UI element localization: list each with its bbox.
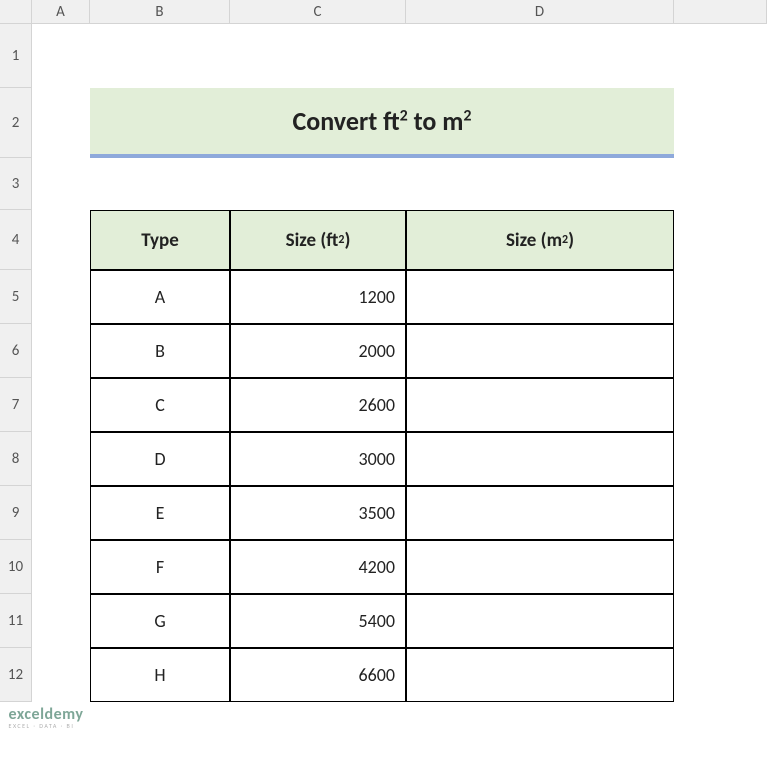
row-header-8[interactable]: 8	[0, 432, 32, 486]
column-header-D[interactable]: D	[406, 0, 674, 24]
watermark-text: exceldemy EXCEL · DATA · BI	[9, 707, 84, 729]
title-text: Convert ft2 to m2	[292, 105, 471, 137]
column-header-filler[interactable]	[674, 0, 767, 24]
row-header-3[interactable]: 3	[0, 158, 32, 210]
row-header-11[interactable]: 11	[0, 594, 32, 648]
cell-m2[interactable]	[406, 324, 674, 378]
spreadsheet-grid: ABCD 123456789101112 Convert ft2 to m2 T…	[0, 0, 767, 757]
watermark-main: exceldemy	[9, 707, 84, 723]
cell-type[interactable]: D	[90, 432, 230, 486]
row-header-6[interactable]: 6	[0, 324, 32, 378]
row-header-4[interactable]: 4	[0, 210, 32, 270]
cell-type[interactable]: E	[90, 486, 230, 540]
cell-ft2[interactable]: 4200	[230, 540, 406, 594]
cell-ft2[interactable]: 2000	[230, 324, 406, 378]
cell-m2[interactable]	[406, 486, 674, 540]
column-header-C[interactable]: C	[230, 0, 406, 24]
select-all-corner[interactable]	[0, 0, 32, 24]
cell-ft2[interactable]: 1200	[230, 270, 406, 324]
cell-m2[interactable]	[406, 594, 674, 648]
header-size-ft2[interactable]: Size (ft2)	[230, 210, 406, 270]
cell-ft2[interactable]: 6600	[230, 648, 406, 702]
watermark-sub: EXCEL · DATA · BI	[9, 723, 84, 729]
column-headers-row: ABCD	[32, 0, 767, 24]
column-header-B[interactable]: B	[90, 0, 230, 24]
cell-type[interactable]: C	[90, 378, 230, 432]
cell-m2[interactable]	[406, 378, 674, 432]
row-header-7[interactable]: 7	[0, 378, 32, 432]
cell-ft2[interactable]: 5400	[230, 594, 406, 648]
header-type[interactable]: Type	[90, 210, 230, 270]
row-header-1[interactable]: 1	[0, 24, 32, 88]
header-size-m2[interactable]: Size (m2)	[406, 210, 674, 270]
cell-type[interactable]: F	[90, 540, 230, 594]
title-merged-cell[interactable]: Convert ft2 to m2	[90, 88, 674, 158]
cell-m2[interactable]	[406, 432, 674, 486]
cell-ft2[interactable]: 3500	[230, 486, 406, 540]
cell-ft2[interactable]: 3000	[230, 432, 406, 486]
row-header-12[interactable]: 12	[0, 648, 32, 702]
cell-type[interactable]: A	[90, 270, 230, 324]
watermark: exceldemy EXCEL · DATA · BI	[0, 707, 83, 729]
cell-m2[interactable]	[406, 648, 674, 702]
row-header-9[interactable]: 9	[0, 486, 32, 540]
row-headers-column: 123456789101112	[0, 24, 32, 702]
row-header-10[interactable]: 10	[0, 540, 32, 594]
cell-type[interactable]: H	[90, 648, 230, 702]
column-header-A[interactable]: A	[32, 0, 90, 24]
row-header-2[interactable]: 2	[0, 88, 32, 158]
cell-type[interactable]: B	[90, 324, 230, 378]
cell-type[interactable]: G	[90, 594, 230, 648]
watermark-logo-icon	[0, 707, 3, 729]
cell-m2[interactable]	[406, 270, 674, 324]
row-header-5[interactable]: 5	[0, 270, 32, 324]
cell-m2[interactable]	[406, 540, 674, 594]
cell-ft2[interactable]: 2600	[230, 378, 406, 432]
